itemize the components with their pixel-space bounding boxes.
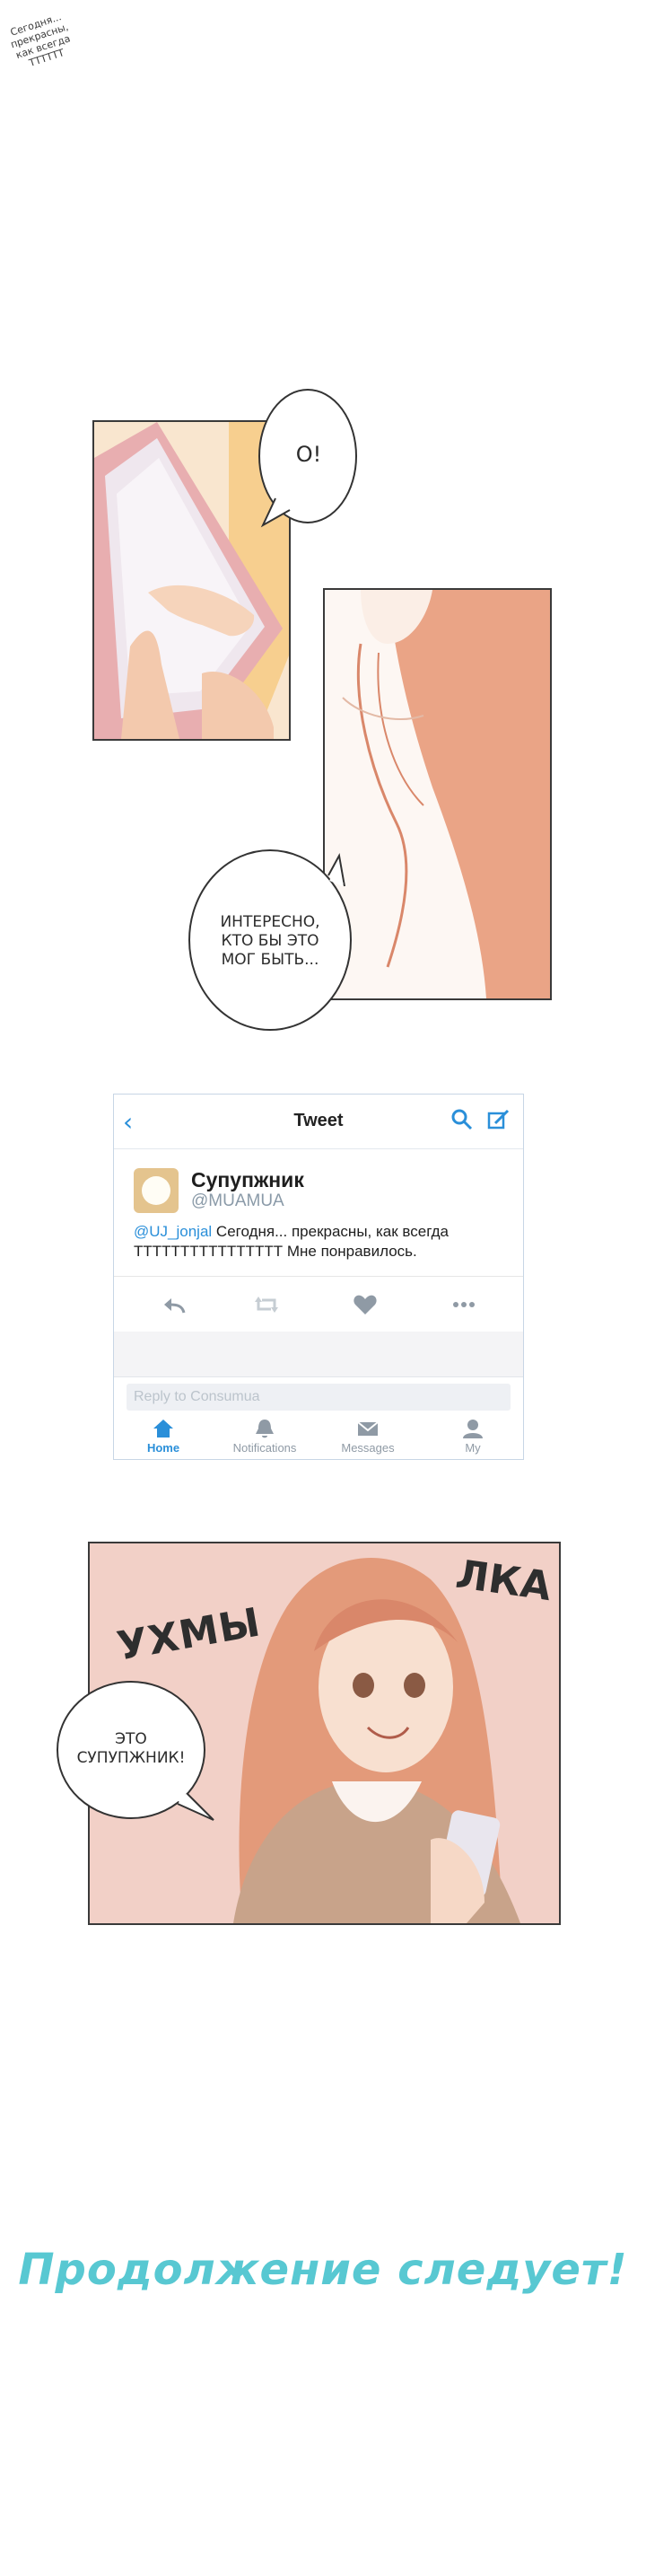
tab-home[interactable]: Home [114,1414,213,1455]
tweet-actions [114,1276,523,1332]
panel-girl-profile [323,588,552,1000]
phone-screen-text: Сегодня... прекрасны, как всегда ТТТТТТ [8,11,72,69]
tab-messages[interactable]: Messages [319,1414,417,1455]
retweet-icon[interactable] [253,1291,280,1318]
to-be-continued-text: Продолжение следует! [18,2245,628,2295]
tweet-author-name[interactable]: Супупжник [191,1168,304,1192]
bubble-interesting-text: ИНТЕРЕСНО, КТО БЫ ЭТО МОГ БЫТЬ... [220,913,320,969]
tweet-header: ‹ Tweet [114,1095,523,1149]
reply-input[interactable]: Reply to Consumua [127,1384,511,1411]
heart-icon[interactable] [352,1291,379,1318]
tweet-body: @UJ_jonjal Сегодня... прекрасны, как все… [134,1222,502,1262]
bubble-sup-text: ЭТО СУПУПЖНИК! [76,1730,186,1767]
tab-home-label: Home [146,1441,180,1455]
tab-bar: Home Notifications Messages My [114,1414,523,1459]
reply-icon[interactable] [161,1291,188,1318]
tweet-author-handle[interactable]: @MUAMUA [191,1191,284,1211]
tab-messages-label: Messages [341,1441,395,1455]
tab-notifications-label: Notifications [232,1441,297,1455]
tab-my[interactable]: My [423,1414,522,1455]
tweet-screen: ‹ Tweet Супупжник @MUAMUA @UJ_jonjal Сег… [113,1094,524,1460]
avatar[interactable] [134,1168,179,1213]
speech-bubble: ИНТЕРЕСНО, КТО БЫ ЭТО МОГ БЫТЬ... [185,840,355,1033]
home-icon [153,1420,173,1437]
tweet-spacer [114,1332,523,1377]
tab-notifications[interactable]: Notifications [215,1414,314,1455]
tab-my-label: My [465,1441,481,1455]
speech-bubble: ЭТО СУПУПЖНИК! [52,1676,223,1829]
envelope-icon [357,1421,379,1436]
tweet-mention[interactable]: @UJ_jonjal [134,1223,212,1240]
more-icon[interactable] [450,1291,477,1318]
compose-icon[interactable] [487,1108,511,1131]
speech-bubble: О! [256,386,362,535]
bubble-o-text: О! [295,442,322,467]
bell-icon [256,1420,274,1438]
search-icon[interactable] [450,1108,474,1131]
user-icon [463,1420,483,1438]
